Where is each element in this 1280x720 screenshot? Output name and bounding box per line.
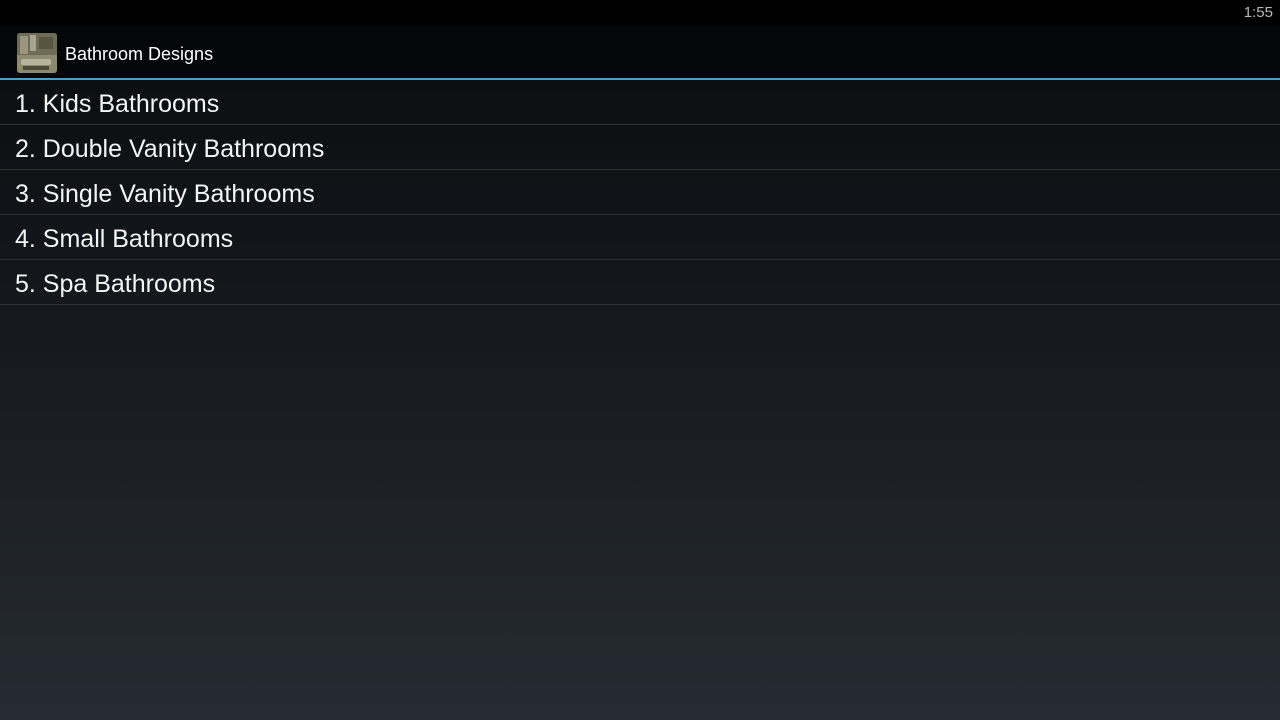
list-item-spa-bathrooms[interactable]: 5. Spa Bathrooms xyxy=(0,260,1280,305)
status-bar: 1:55 xyxy=(0,0,1280,25)
list-item-double-vanity-bathrooms[interactable]: 2. Double Vanity Bathrooms xyxy=(0,125,1280,170)
list-item-small-bathrooms[interactable]: 4. Small Bathrooms xyxy=(0,215,1280,260)
list-item-label: 2. Double Vanity Bathrooms xyxy=(15,135,325,163)
list-item-label: 1. Kids Bathrooms xyxy=(15,90,220,118)
bathroom-photo-icon[interactable] xyxy=(17,33,57,73)
list-item-label: 3. Single Vanity Bathrooms xyxy=(15,180,315,208)
app-title: Bathroom Designs xyxy=(65,44,214,64)
list-item-kids-bathrooms[interactable]: 1. Kids Bathrooms xyxy=(0,80,1280,125)
list-item-label: 5. Spa Bathrooms xyxy=(15,270,216,298)
list-item-single-vanity-bathrooms[interactable]: 3. Single Vanity Bathrooms xyxy=(0,170,1280,215)
status-clock: 1:55 xyxy=(1243,4,1273,21)
action-bar: Bathroom Designs xyxy=(0,25,1280,80)
list-item-label: 4. Small Bathrooms xyxy=(15,225,234,253)
category-list: 1. Kids Bathrooms 2. Double Vanity Bathr… xyxy=(0,80,1280,305)
